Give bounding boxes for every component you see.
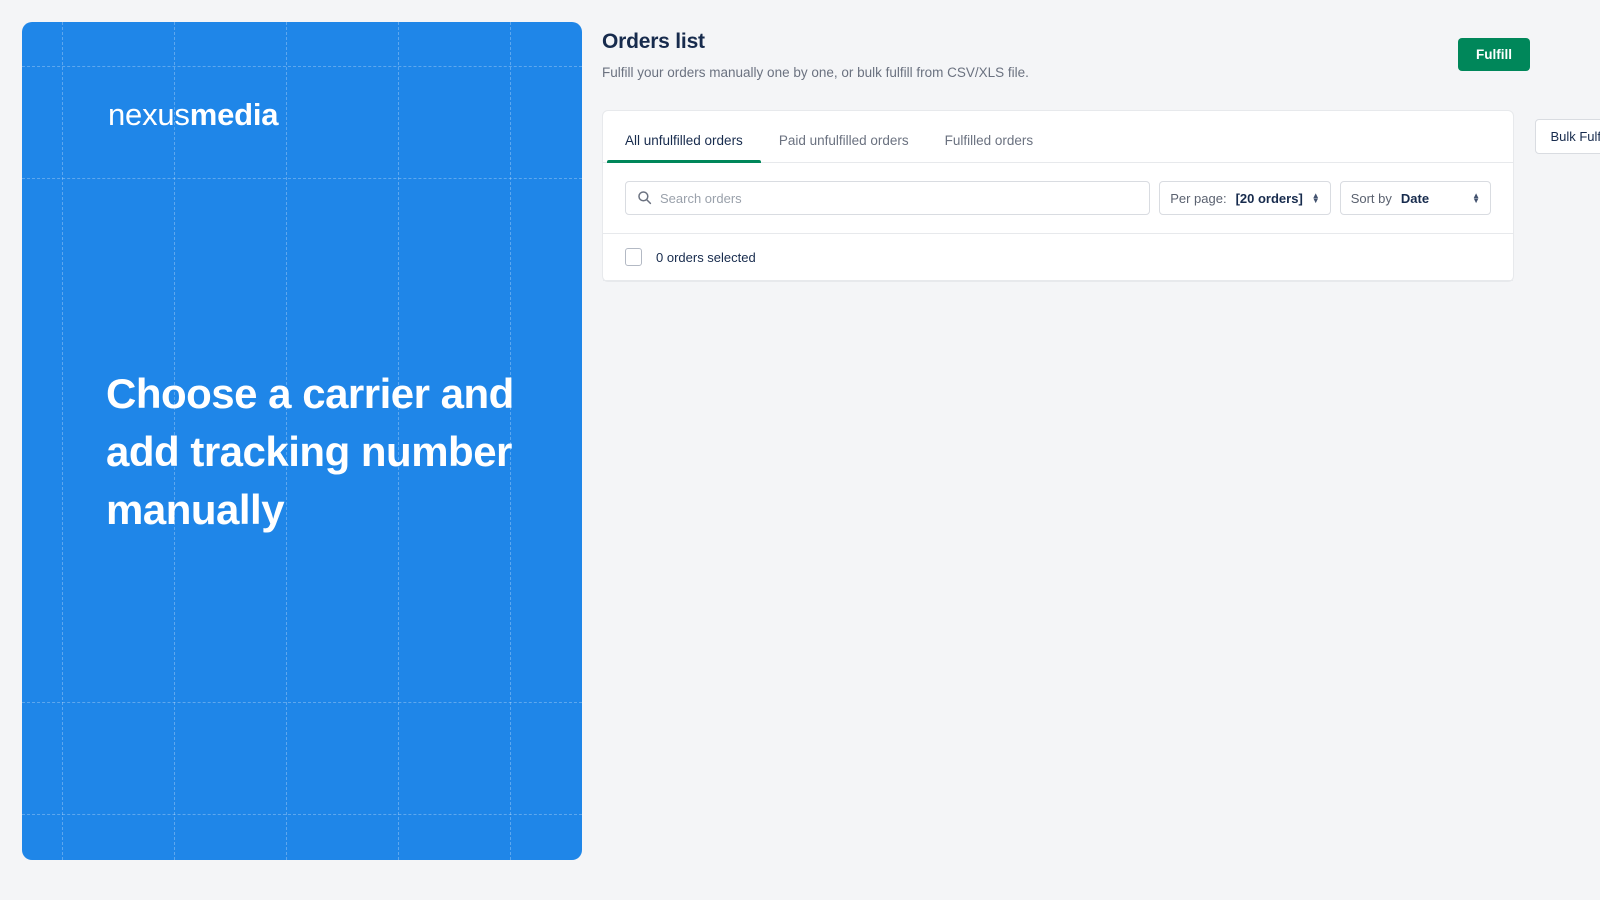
sort-value: Date: [1400, 190, 1430, 206]
per-page-value: [20 orders]: [1235, 190, 1303, 206]
search-field[interactable]: [625, 181, 1151, 215]
per-page-label: Per page:: [1170, 190, 1227, 206]
tab-all-unfulfilled-orders[interactable]: All unfulfilled orders: [607, 133, 761, 163]
chevron-updown-icon: ▲ ▼: [1472, 191, 1480, 205]
filter-bar: Per page: [20 orders] ▲▼ Sort by Date ▲▼: [603, 163, 1513, 234]
promo-headline: Choose a carrier and add tracking number…: [106, 370, 514, 533]
fulfill-button[interactable]: Fulfill: [1458, 38, 1530, 71]
tab-fulfilled-orders[interactable]: Fulfilled orders: [927, 133, 1052, 162]
orders-card: All unfulfilled orders Paid unfulfilled …: [602, 110, 1600, 282]
chevron-updown-icon: ▲ ▼: [1311, 191, 1320, 205]
brand-logo-bold: media: [189, 97, 279, 132]
app-root: nexusmedia Choose a carrier and add trac…: [0, 0, 1600, 900]
tabs: All unfulfilled orders Paid unfulfilled …: [603, 111, 1600, 163]
promo-panel: nexusmedia Choose a carrier and add trac…: [22, 22, 582, 860]
bulk-fulfilment-upload-button[interactable]: Bulk Fulfilment - Upload File: [1535, 119, 1600, 154]
search-input[interactable]: [660, 182, 1150, 214]
sort-label: Sort by: [1350, 190, 1392, 206]
brand-logo: nexusmedia: [108, 97, 279, 133]
selected-count-label: 0 orders selected: [656, 249, 756, 265]
sort-select[interactable]: Sort by Date ▲ ▼: [1339, 181, 1491, 215]
per-page-select[interactable]: Per page: [20 orders] ▲ ▼: [1159, 181, 1331, 215]
page-subtitle: Fulfill your orders manually one by one,…: [602, 65, 1029, 80]
main-content: Orders list Fulfill your orders manually…: [602, 0, 1600, 900]
tab-paid-unfulfilled-orders[interactable]: Paid unfulfilled orders: [761, 133, 927, 162]
search-icon: [637, 190, 652, 210]
select-all-checkbox[interactable]: [625, 248, 642, 266]
brand-logo-light: nexus: [108, 97, 190, 132]
page-title: Orders list: [602, 30, 705, 53]
select-all-row: 0 orders selected: [603, 234, 1513, 281]
